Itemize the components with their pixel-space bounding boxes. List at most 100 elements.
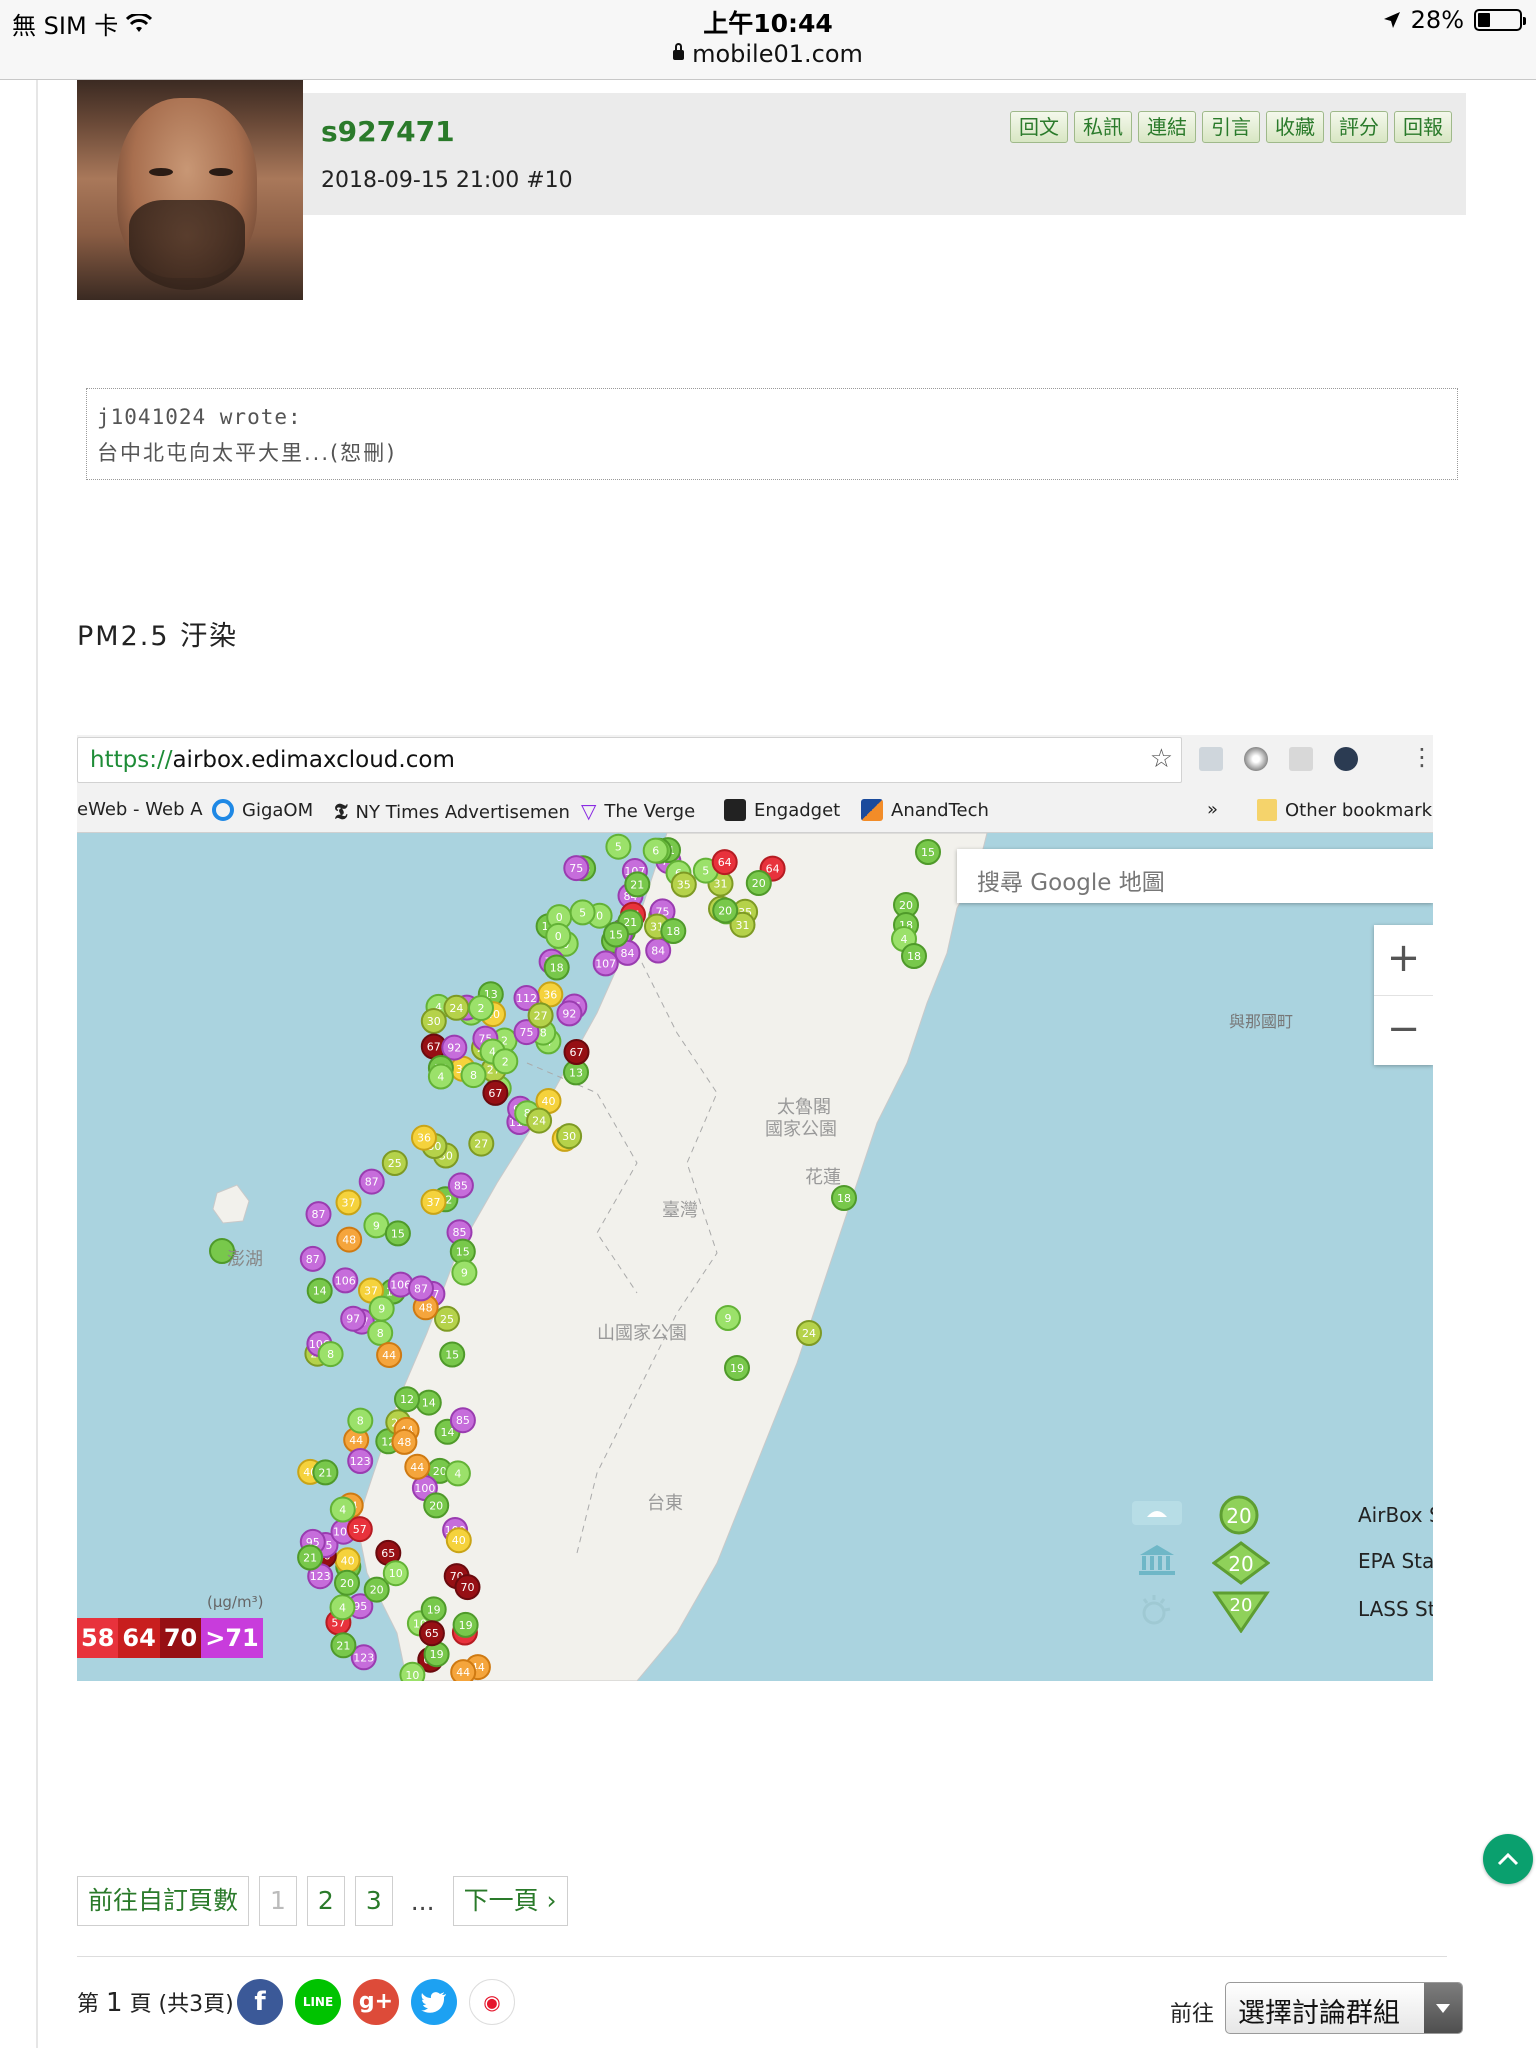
page-3[interactable]: 3 [354, 1876, 393, 1926]
station-marker-value: 112 [516, 992, 537, 1005]
station-marker-value: 106 [335, 1274, 356, 1287]
goto-label: 前往 [1170, 2002, 1215, 2027]
facebook-icon[interactable]: f [237, 1979, 283, 2025]
google-plus-icon[interactable]: g+ [353, 1979, 399, 2025]
epa-marker-icon: 20 [1212, 1541, 1270, 1585]
station-marker-value: 12 [400, 1393, 414, 1406]
station-marker-value: 20 [370, 1584, 384, 1597]
quote-button[interactable]: 引言 [1202, 111, 1260, 143]
bookmark-label: The Verge [604, 800, 696, 822]
scale-step: >71 [201, 1618, 263, 1658]
report-button[interactable]: 回報 [1394, 111, 1452, 143]
map: 5815201842521028744753010695643697100847… [77, 833, 1433, 1681]
extension-icon [1334, 747, 1358, 771]
page-1: 1 [259, 1876, 297, 1926]
color-scale: 58 64 70 >71 [77, 1618, 263, 1658]
embedded-url-host: airbox.edimaxcloud.com [172, 747, 455, 773]
zoom-control: + − [1374, 925, 1433, 1065]
station-marker-value: 65 [425, 1627, 439, 1640]
quote-text: 台中北屯向太平大里...(恕刪) [97, 441, 397, 465]
station-marker-value: 48 [397, 1436, 411, 1449]
station-marker-value: 21 [303, 1552, 317, 1565]
station-marker-value: 37 [364, 1285, 378, 1298]
station-marker-value: 20 [340, 1577, 354, 1590]
lock-icon [673, 43, 685, 60]
svg-text:20: 20 [1230, 1595, 1253, 1616]
line-icon[interactable]: LINE [295, 1979, 341, 2025]
legend-label: AirBox Station [1358, 1503, 1433, 1527]
address-bar[interactable]: mobile01.com [0, 40, 1536, 68]
bookmark-item: AnandTech [861, 799, 989, 821]
station-marker-value: 14 [422, 1397, 436, 1410]
bookmark-button[interactable]: 收藏 [1266, 111, 1324, 143]
station-marker-value: 30 [427, 1015, 441, 1028]
weibo-icon[interactable]: ◉ [469, 1979, 515, 2025]
reply-button[interactable]: 回文 [1010, 111, 1068, 143]
station-marker-value: 4 [454, 1467, 461, 1480]
station-marker-value: 19 [430, 1648, 444, 1661]
zoom-out-button[interactable]: − [1374, 995, 1433, 1065]
pagination: 前往自訂頁數 1 2 3 ... 下一頁 › [77, 1876, 568, 1926]
station-marker-value: 21 [318, 1466, 332, 1479]
embedded-screenshot[interactable]: https://airbox.edimaxcloud.com ☆ ⋮ eWeb … [77, 735, 1433, 1681]
station-marker-value: 40 [341, 1554, 355, 1567]
airbox-icon [1132, 1501, 1182, 1525]
next-page-button[interactable]: 下一頁 › [452, 1876, 568, 1926]
bookmark-label: AnandTech [891, 799, 989, 821]
station-marker-value: 30 [562, 1130, 576, 1143]
station-marker-value: 36 [543, 988, 557, 1001]
private-message-button[interactable]: 私訊 [1074, 111, 1132, 143]
quote-author: j1041024 wrote: [97, 405, 302, 429]
bookmark-item: Other bookmarks [1257, 799, 1433, 821]
bookmark-label: eWeb - Web A [77, 799, 203, 820]
station-marker-value: 37 [342, 1196, 356, 1209]
station-marker-value: 0 [556, 911, 563, 924]
station-marker-value: 13 [569, 1066, 583, 1079]
link-button[interactable]: 連結 [1138, 111, 1196, 143]
station-marker-value: 9 [461, 1267, 468, 1280]
station-marker-value: 15 [921, 846, 935, 859]
extension-icon [1289, 747, 1313, 771]
station-marker-value: 44 [349, 1434, 363, 1447]
lass-marker-icon: 20 [1212, 1591, 1270, 1633]
page-2[interactable]: 2 [306, 1876, 345, 1926]
station-marker-value: 75 [520, 1026, 534, 1039]
station-marker-value: 20 [752, 877, 766, 890]
station-marker-value: 5 [579, 906, 586, 919]
rate-button[interactable]: 評分 [1330, 111, 1388, 143]
forum-group-select[interactable]: 選擇討論群組 [1225, 1982, 1463, 2034]
legend-epa: 20 EPA Station [1122, 1539, 1433, 1585]
map-label: 台東 [647, 1493, 683, 1514]
station-marker-value: 15 [391, 1227, 405, 1240]
station-marker-value: 20 [718, 905, 732, 918]
scale-step: 70 [159, 1618, 202, 1658]
pagination-ellipsis: ... [410, 1886, 435, 1916]
station-marker-value: 87 [306, 1253, 320, 1266]
map-search-input[interactable]: 搜尋 Google 地圖 [957, 849, 1433, 903]
station-marker-value: 75 [569, 862, 583, 875]
map-label: 山國家公園 [597, 1323, 687, 1344]
post-meta: 2018-09-15 21:00 #10 [321, 168, 573, 193]
username[interactable]: s927471 [321, 115, 455, 148]
station-marker-value: 24 [449, 1002, 463, 1015]
scale-step: 64 [118, 1618, 160, 1658]
share-buttons: f LINE g+ ◉ [237, 1979, 515, 2025]
station-marker-value: 65 [381, 1547, 395, 1560]
station-marker-value: 4 [901, 933, 908, 946]
station-marker-value: 31 [714, 878, 728, 891]
station-marker-value: 19 [427, 1603, 441, 1616]
station-marker-value: 4 [339, 1504, 346, 1517]
scroll-to-top-button[interactable] [1483, 1834, 1533, 1884]
station-marker-value: 123 [353, 1651, 374, 1664]
twitter-icon[interactable] [411, 1979, 457, 2025]
station-marker-value: 14 [313, 1285, 327, 1298]
custom-page-button[interactable]: 前往自訂頁數 [77, 1876, 250, 1926]
avatar[interactable] [77, 80, 303, 300]
station-marker-value: 15 [445, 1349, 459, 1362]
page-info: 第 1 頁 (共3頁) [77, 1986, 234, 2018]
station-marker-value: 27 [474, 1138, 488, 1151]
zoom-in-button[interactable]: + [1374, 925, 1433, 995]
station-marker-value: 9 [725, 1312, 732, 1325]
verge-icon: ▽ [581, 799, 597, 823]
battery-percent: 28% [1410, 6, 1464, 34]
